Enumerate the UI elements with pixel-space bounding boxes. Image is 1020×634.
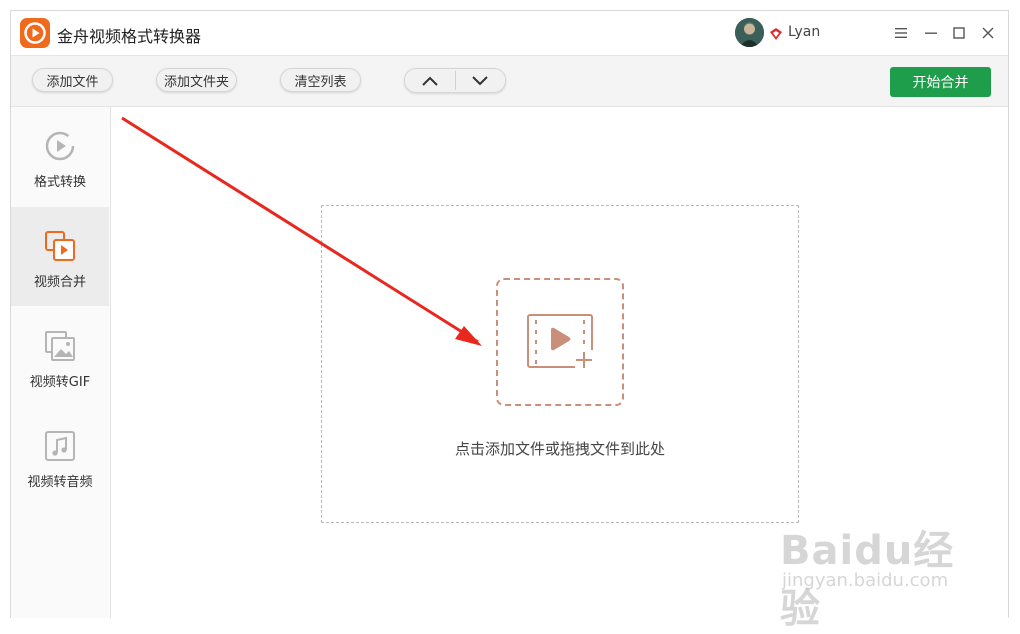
file-dropzone[interactable]: 点击添加文件或拖拽文件到此处 xyxy=(321,205,799,523)
reorder-button-group xyxy=(404,68,506,93)
start-merge-button[interactable]: 开始合并 xyxy=(890,67,991,97)
move-down-button[interactable] xyxy=(456,69,506,92)
music-note-icon xyxy=(45,431,75,461)
app-logo-icon xyxy=(20,18,50,48)
play-circle-icon xyxy=(45,131,75,161)
clear-list-button[interactable]: 清空列表 xyxy=(280,68,361,92)
sidebar-item-format-convert[interactable]: 格式转换 xyxy=(11,107,109,206)
sidebar-item-label: 视频转GIF xyxy=(29,375,91,390)
vip-badge-icon xyxy=(769,26,783,40)
title-bar: 金舟视频格式转换器 Lyan xyxy=(11,11,1008,55)
baidu-watermark: Baidu经验 jingyan.baidu.com xyxy=(780,508,980,632)
add-video-icon xyxy=(527,314,593,368)
app-title: 金舟视频格式转换器 xyxy=(57,27,202,46)
sidebar: 格式转换 视频合并 视频转GIF 视频转音频 xyxy=(11,107,111,618)
toolbar: 添加文件 添加文件夹 清空列表 开始合并 xyxy=(11,55,1008,107)
add-folder-button[interactable]: 添加文件夹 xyxy=(156,68,237,92)
username[interactable]: Lyan xyxy=(788,24,820,40)
move-up-button[interactable] xyxy=(405,69,455,92)
maximize-icon[interactable] xyxy=(949,23,969,43)
watermark-url: jingyan.baidu.com xyxy=(782,570,949,591)
avatar[interactable] xyxy=(735,18,764,47)
close-icon[interactable] xyxy=(978,23,998,43)
chevron-up-icon xyxy=(422,76,438,86)
add-video-box[interactable] xyxy=(496,278,624,406)
sidebar-item-label: 格式转换 xyxy=(33,175,86,190)
menu-icon[interactable] xyxy=(891,23,911,43)
sidebar-item-label: 视频转音频 xyxy=(27,475,93,490)
chevron-down-icon xyxy=(472,75,488,85)
sidebar-item-video-to-gif[interactable]: 视频转GIF xyxy=(11,307,109,406)
sidebar-item-video-to-audio[interactable]: 视频转音频 xyxy=(11,407,109,506)
sidebar-item-video-merge[interactable]: 视频合并 xyxy=(11,207,109,306)
drop-hint-text: 点击添加文件或拖拽文件到此处 xyxy=(454,440,665,458)
video-merge-icon xyxy=(45,231,75,261)
image-gif-icon xyxy=(45,331,75,361)
sidebar-item-label: 视频合并 xyxy=(33,275,86,290)
minimize-icon[interactable] xyxy=(921,23,941,43)
add-file-button[interactable]: 添加文件 xyxy=(32,68,113,92)
